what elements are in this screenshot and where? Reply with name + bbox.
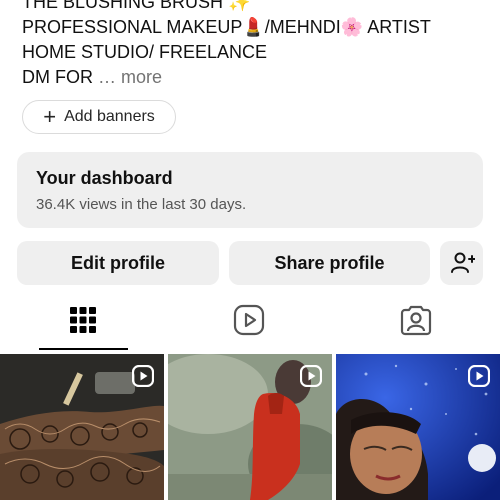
bio-line-2: PROFESSIONAL MAKEUP💄/MEHNDI🌸 ARTIST (22, 17, 431, 37)
more-link[interactable]: … more (98, 67, 162, 87)
share-profile-label: Share profile (274, 252, 385, 273)
tab-posts-grid[interactable] (63, 300, 103, 340)
active-tab-indicator (39, 348, 128, 350)
edit-profile-button[interactable]: Edit profile (17, 241, 219, 285)
reel-badge-icon (132, 365, 154, 387)
edit-profile-label: Edit profile (71, 252, 165, 273)
post-thumbnail-3[interactable] (336, 354, 500, 500)
bio-line-4: DM FOR … more (22, 65, 492, 90)
plus-icon: + (43, 104, 57, 129)
add-banners-label: Add banners (64, 108, 155, 125)
add-user-button[interactable] (440, 241, 483, 285)
post-thumbnail-2[interactable] (168, 354, 332, 500)
dashboard-title: Your dashboard (36, 168, 173, 188)
grid-icon (70, 307, 96, 333)
tagged-icon (400, 305, 432, 336)
post-thumbnail-1[interactable] (0, 354, 164, 500)
add-user-icon (450, 252, 475, 273)
add-banners-button[interactable]: + Add banners (22, 100, 176, 134)
profile-bio: THE BLUSHING BRUSH ✨ PROFESSIONAL MAKEUP… (22, 0, 492, 90)
tab-reels[interactable] (229, 300, 269, 340)
reel-badge-icon (300, 365, 322, 387)
reel-badge-icon (468, 365, 490, 387)
dashboard-card[interactable]: Your dashboard 36.4K views in the last 3… (17, 152, 483, 228)
share-profile-button[interactable]: Share profile (229, 241, 430, 285)
dashboard-subtitle: 36.4K views in the last 30 days. (36, 196, 247, 213)
tab-tagged[interactable] (396, 300, 436, 340)
bio-line-3: HOME STUDIO/ FREELANCE (22, 42, 268, 62)
reels-icon (233, 304, 265, 336)
bio-line-1: THE BLUSHING BRUSH ✨ (22, 0, 251, 12)
bio-line-4-text: DM FOR (22, 67, 93, 87)
